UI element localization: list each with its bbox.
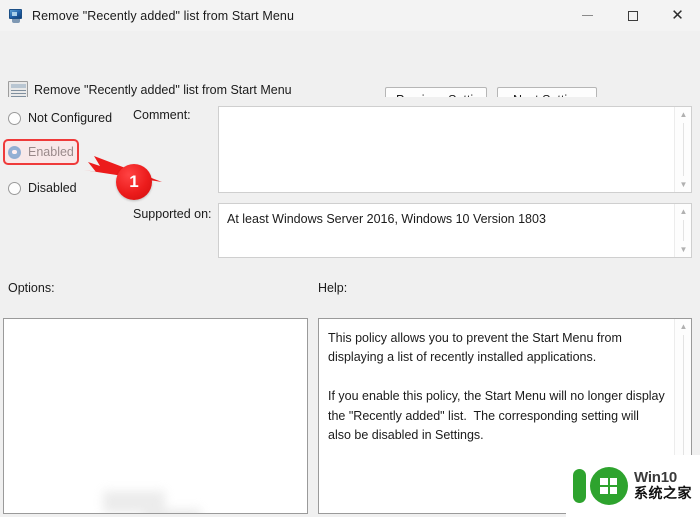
- setting-header: Remove "Recently added" list from Start …: [0, 31, 700, 113]
- gpedit-policy-dialog: Remove "Recently added" list from Start …: [0, 0, 700, 517]
- logo-brand-en: Win10: [634, 469, 678, 487]
- maximize-button[interactable]: [610, 0, 655, 31]
- logo-bar-icon: [573, 469, 586, 503]
- logo-text: Win10 系统之家: [634, 470, 692, 501]
- scroll-down-icon[interactable]: ▼: [675, 242, 691, 257]
- scroll-up-icon[interactable]: ▲: [675, 204, 691, 219]
- supported-on-textbox[interactable]: At least Windows Server 2016, Windows 10…: [218, 203, 692, 258]
- annotation-step-badge: 1: [116, 164, 152, 200]
- window-title: Remove "Recently added" list from Start …: [32, 8, 294, 23]
- scroll-up-icon[interactable]: ▲: [675, 319, 691, 334]
- radio-not-configured-mark[interactable]: [8, 111, 21, 125]
- site-watermark-logo: Win10 系统之家: [566, 455, 700, 517]
- title-bar: Remove "Recently added" list from Start …: [0, 0, 700, 31]
- window-controls: ✕: [565, 0, 700, 31]
- blurred-watermark: [99, 489, 294, 513]
- dialog-body: Not Configured Enabled Disabled Comment:…: [0, 97, 700, 517]
- supported-on-label: Supported on:: [133, 207, 212, 221]
- computer-policy-icon: [8, 8, 24, 24]
- logo-brand-cn: 系统之家: [634, 486, 692, 503]
- comment-scrollbar[interactable]: ▲ ▼: [674, 107, 691, 192]
- close-button[interactable]: ✕: [655, 0, 700, 31]
- radio-enabled-mark[interactable]: [8, 145, 21, 159]
- supported-on-value: At least Windows Server 2016, Windows 10…: [227, 212, 546, 226]
- help-label: Help:: [318, 281, 348, 295]
- radio-disabled-mark[interactable]: [8, 181, 21, 195]
- scroll-up-icon[interactable]: ▲: [675, 107, 691, 122]
- maximize-icon: [627, 10, 638, 21]
- radio-disabled-label: Disabled: [28, 181, 77, 195]
- supported-on-scrollbar[interactable]: ▲ ▼: [674, 204, 691, 257]
- radio-enabled-label: Enabled: [28, 145, 74, 159]
- radio-not-configured[interactable]: Not Configured: [8, 108, 112, 128]
- comment-label: Comment:: [133, 108, 191, 122]
- close-icon: ✕: [671, 7, 684, 24]
- windows-flag-icon: [590, 467, 628, 505]
- setting-name: Remove "Recently added" list from Start …: [34, 83, 292, 97]
- radio-enabled[interactable]: Enabled: [8, 142, 74, 162]
- help-value: This policy allows you to prevent the St…: [328, 331, 665, 442]
- radio-disabled[interactable]: Disabled: [8, 178, 77, 198]
- minimize-icon: [582, 15, 593, 16]
- comment-textbox[interactable]: ▲ ▼: [218, 106, 692, 193]
- options-label: Options:: [8, 281, 55, 295]
- radio-not-configured-label: Not Configured: [28, 111, 113, 125]
- scroll-down-icon[interactable]: ▼: [675, 177, 691, 192]
- minimize-button[interactable]: [565, 0, 610, 31]
- options-panel[interactable]: [3, 318, 308, 514]
